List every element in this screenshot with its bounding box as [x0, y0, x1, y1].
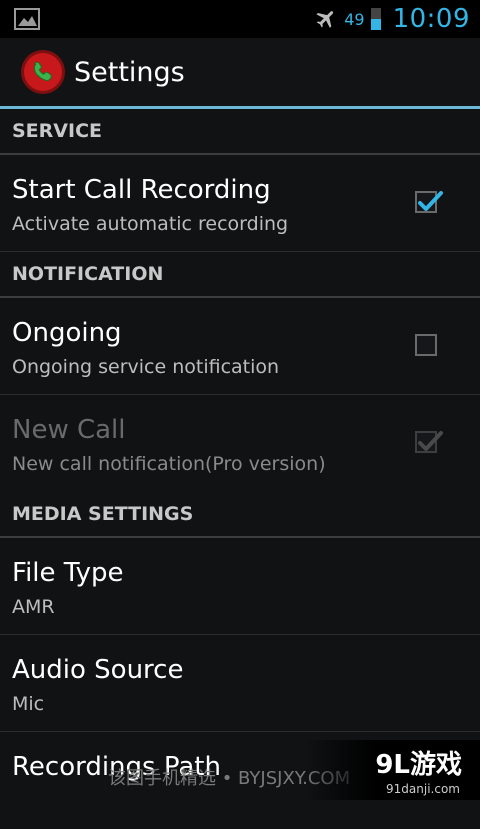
- status-bar: 49 10:09: [0, 0, 480, 38]
- setting-title: New Call: [12, 415, 126, 445]
- setting-ongoing[interactable]: Ongoing Ongoing service notification: [0, 298, 480, 395]
- clock: 10:09: [392, 4, 470, 34]
- battery-level: 49: [344, 9, 365, 29]
- ongoing-checkbox[interactable]: [415, 334, 437, 356]
- call-recorder-icon[interactable]: [20, 49, 66, 95]
- setting-subtitle: Ongoing service notification: [12, 356, 280, 378]
- checkmark-icon: [418, 431, 443, 451]
- watermark-logo-sub: 91danji.com: [386, 782, 460, 796]
- watermark-logo-main: 9L游戏: [375, 750, 462, 780]
- airplane-mode-icon: [316, 11, 334, 28]
- setting-title: Ongoing: [12, 318, 122, 348]
- page-title: Settings: [74, 56, 185, 88]
- setting-title: Audio Source: [12, 655, 184, 685]
- setting-audio-source[interactable]: Audio Source Mic: [0, 635, 480, 732]
- setting-subtitle: AMR: [12, 596, 55, 618]
- start-recording-checkbox[interactable]: [415, 191, 443, 213]
- setting-title: File Type: [12, 558, 124, 588]
- watermark-logo: 9L游戏 91danji.com: [304, 740, 480, 800]
- new-call-checkbox: [415, 431, 443, 453]
- action-bar: Settings: [0, 38, 480, 109]
- setting-title: Start Call Recording: [12, 175, 271, 205]
- image-notification-icon: [14, 8, 40, 30]
- section-header-media: MEDIA SETTINGS: [0, 492, 480, 538]
- battery-icon: [370, 8, 381, 30]
- watermark: 该图手机精选 • BYJSJXY.COM 9L游戏 91danji.com: [0, 740, 480, 800]
- status-icons: 49 10:09: [314, 0, 470, 38]
- setting-subtitle: Mic: [12, 693, 45, 715]
- settings-list: SERVICE Start Call Recording Activate au…: [0, 109, 480, 829]
- setting-start-call-recording[interactable]: Start Call Recording Activate automatic …: [0, 155, 480, 252]
- setting-subtitle: Activate automatic recording: [12, 213, 289, 235]
- setting-file-type[interactable]: File Type AMR: [0, 538, 480, 635]
- setting-subtitle: New call notification(Pro version): [12, 453, 326, 475]
- section-header-notification: NOTIFICATION: [0, 252, 480, 298]
- setting-new-call: New Call New call notification(Pro versi…: [0, 395, 480, 492]
- section-header-service: SERVICE: [0, 109, 480, 155]
- checkmark-icon: [418, 191, 443, 211]
